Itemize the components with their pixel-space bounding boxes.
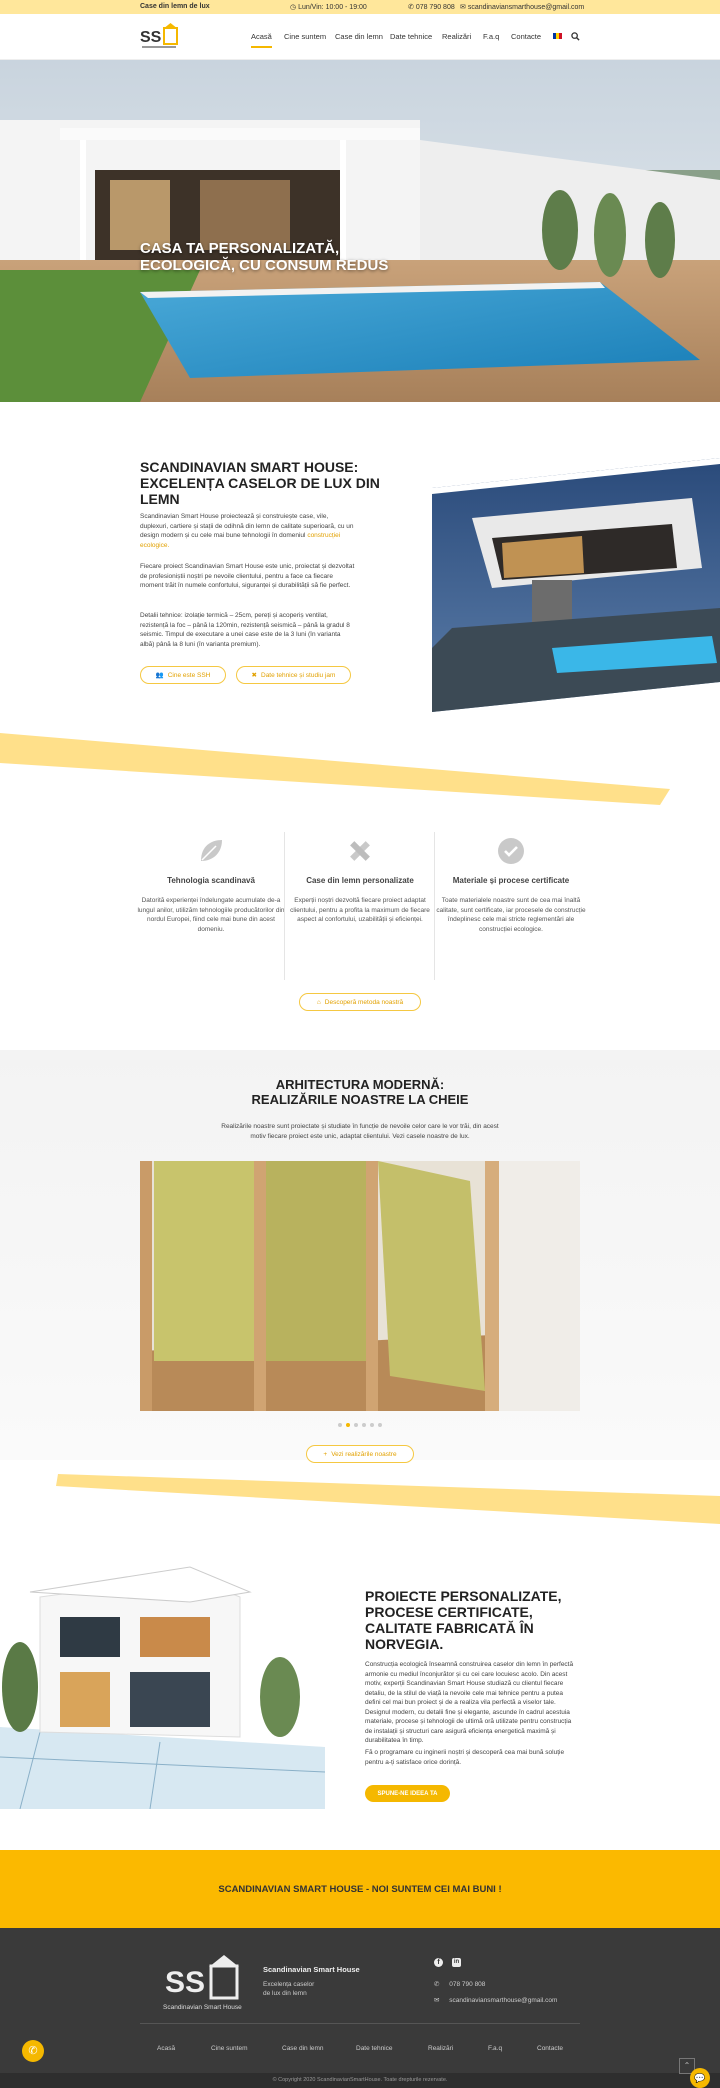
- messenger-icon: 💬: [694, 2073, 706, 2083]
- realizari-text: Realizările noastre sunt proiectate și s…: [221, 1123, 499, 1140]
- footer-divider: [140, 2023, 580, 2024]
- ssh-logo[interactable]: SS: [140, 22, 180, 52]
- clock-icon: ◷: [290, 4, 299, 11]
- proiecte-text-2: Fă o programare cu inginerii noștri și d…: [365, 1749, 565, 1766]
- feature-scandinavian-tech: Tehnologia scandinavă Datorită experienț…: [136, 836, 286, 934]
- topbar-hours: ◷ Lun/Vin: 10:00 - 19:00: [290, 4, 367, 11]
- proiecte-title: PROIECTE PERSONALIZATE, PROCESE CERTIFIC…: [365, 1588, 562, 1652]
- realizari-button[interactable]: + Vezi realizările noastre: [306, 1445, 414, 1463]
- yellow-stripe-decoration: [56, 1474, 720, 1524]
- footer-nav-realizari[interactable]: Realizări: [428, 2045, 453, 2052]
- mail-icon: ✉: [434, 1997, 442, 2004]
- footer-description: Excelența caselor de lux din lemn: [263, 1981, 315, 1997]
- about-paragraph-2: Fiecare proiect Scandinavian Smart House…: [140, 563, 355, 589]
- slider-dots[interactable]: [337, 1415, 383, 1427]
- check-circle-icon: [498, 838, 524, 864]
- idea-button[interactable]: SPUNE-NE IDEEA TA: [365, 1785, 450, 1802]
- topbar-phone[interactable]: ✆ 078 790 808: [408, 3, 455, 11]
- nav-item-acasa[interactable]: Acasă: [251, 32, 272, 48]
- chevron-up-icon: ⌃: [683, 2061, 691, 2070]
- cta-banner: SCANDINAVIAN SMART HOUSE - NOI SUNTEM CE…: [0, 1850, 720, 1928]
- nav-item-realizari[interactable]: Realizări: [442, 32, 471, 41]
- ruler-pencil-icon: [350, 841, 370, 861]
- footer-nav-contacte[interactable]: Contacte: [537, 2045, 563, 2052]
- search-icon[interactable]: [571, 32, 580, 41]
- flag-ro-icon[interactable]: [553, 33, 562, 39]
- footer-title: Scandinavian Smart House: [263, 1965, 360, 1974]
- svg-text:SS: SS: [165, 1966, 205, 1999]
- about-title: SCANDINAVIAN SMART HOUSE: EXCELENȚA CASE…: [140, 459, 380, 507]
- facebook-icon[interactable]: f: [434, 1958, 443, 1967]
- messenger-button[interactable]: 💬: [690, 2068, 710, 2088]
- nav-item-contacte[interactable]: Contacte: [511, 32, 541, 41]
- feature-text: Toate materialele noastre sunt de cea ma…: [436, 897, 586, 933]
- nav-item-faq[interactable]: F.a.q: [483, 32, 499, 41]
- hero-image: [0, 60, 720, 402]
- method-button[interactable]: ⌂ Descoperă metoda noastră: [299, 993, 421, 1011]
- house-blueprint-image: [0, 1557, 325, 1809]
- main-nav: SS Acasă Cine suntem Case din lemn Date …: [0, 14, 720, 60]
- realizari-title: ARHITECTURA MODERNĂ: REALIZĂRILE NOASTRE …: [251, 1077, 469, 1107]
- top-bar: Case din lemn de lux ◷ Lun/Vin: 10:00 - …: [0, 0, 720, 14]
- feature-certified: Materiale și procese certificate Toate m…: [436, 836, 586, 934]
- phone-icon: ✆: [434, 1981, 442, 1988]
- feature-title: Tehnologia scandinavă: [167, 876, 255, 885]
- feature-divider: [434, 832, 435, 980]
- banner-text: SCANDINAVIAN SMART HOUSE - NOI SUNTEM CE…: [218, 1883, 502, 1895]
- feature-text: Experții noștri dezvoltă fiecare proiect…: [290, 897, 430, 923]
- plus-icon: +: [323, 1450, 328, 1458]
- topbar-tagline: Case din lemn de lux: [140, 3, 210, 10]
- users-icon: 👥: [155, 672, 164, 679]
- feature-text: Datorită experienței îndelungate acumula…: [137, 897, 285, 933]
- about-ssh-button[interactable]: 👥 Cine este SSH: [140, 666, 226, 684]
- copyright: © Copyright 2020 ScandinavianSmartHouse.…: [0, 2073, 720, 2088]
- tools-icon: ✖: [251, 672, 257, 679]
- about-paragraph-1: Scandinavian Smart House proiectează și …: [140, 513, 354, 549]
- footer-nav-faq[interactable]: F.a.q: [488, 2045, 502, 2052]
- nav-item-cine-suntem[interactable]: Cine suntem: [284, 32, 326, 41]
- footer-nav-acasa[interactable]: Acasă: [157, 2045, 175, 2052]
- about-tech-button[interactable]: ✖ Date tehnice și studiu jam: [236, 666, 351, 684]
- feature-title: Materiale și procese certificate: [452, 876, 570, 885]
- feature-title: Case din lemn personalizate: [306, 876, 414, 885]
- modern-house-night-image: [432, 458, 720, 712]
- nav-item-date-tehnice[interactable]: Date tehnice: [390, 32, 432, 41]
- footer-nav-case-din-lemn[interactable]: Case din lemn: [282, 2045, 324, 2052]
- footer-nav-date-tehnice[interactable]: Date tehnice: [356, 2045, 393, 2052]
- home-icon: ⌂: [316, 998, 321, 1006]
- nav-item-case-din-lemn[interactable]: Case din lemn: [335, 32, 383, 41]
- about-paragraph-3: Detalii tehnice: izolație termică – 25cm…: [140, 612, 350, 648]
- phone-icon: ✆: [28, 2045, 38, 2057]
- feature-custom-houses: Case din lemn personalizate Experții noș…: [285, 836, 435, 925]
- footer-nav-cine-suntem[interactable]: Cine suntem: [211, 2045, 248, 2052]
- phone-icon: ✆: [408, 4, 416, 11]
- svg-text:SS: SS: [140, 29, 162, 46]
- footer-logo-text: Scandinavian Smart House: [163, 2004, 242, 2011]
- yellow-stripe-decoration: [0, 733, 670, 805]
- footer-phone[interactable]: ✆ 078 790 808: [434, 1980, 485, 1988]
- leaf-icon: [201, 840, 222, 861]
- hero-title: CASA TA PERSONALIZATĂ, ECOLOGICĂ, CU CON…: [140, 240, 389, 274]
- proiecte-text: Construcția ecologică înseamnă construir…: [365, 1661, 574, 1744]
- topbar-email[interactable]: ✉ scandinaviansmarthouse@gmail.com: [460, 3, 584, 11]
- call-button[interactable]: ✆: [22, 2040, 44, 2062]
- mail-icon: ✉: [460, 4, 468, 11]
- insulation-image: [140, 1161, 580, 1411]
- footer-email[interactable]: ✉ scandinaviansmarthouse@gmail.com: [434, 1996, 557, 2004]
- footer: [0, 1928, 720, 2088]
- linkedin-icon[interactable]: in: [452, 1958, 461, 1967]
